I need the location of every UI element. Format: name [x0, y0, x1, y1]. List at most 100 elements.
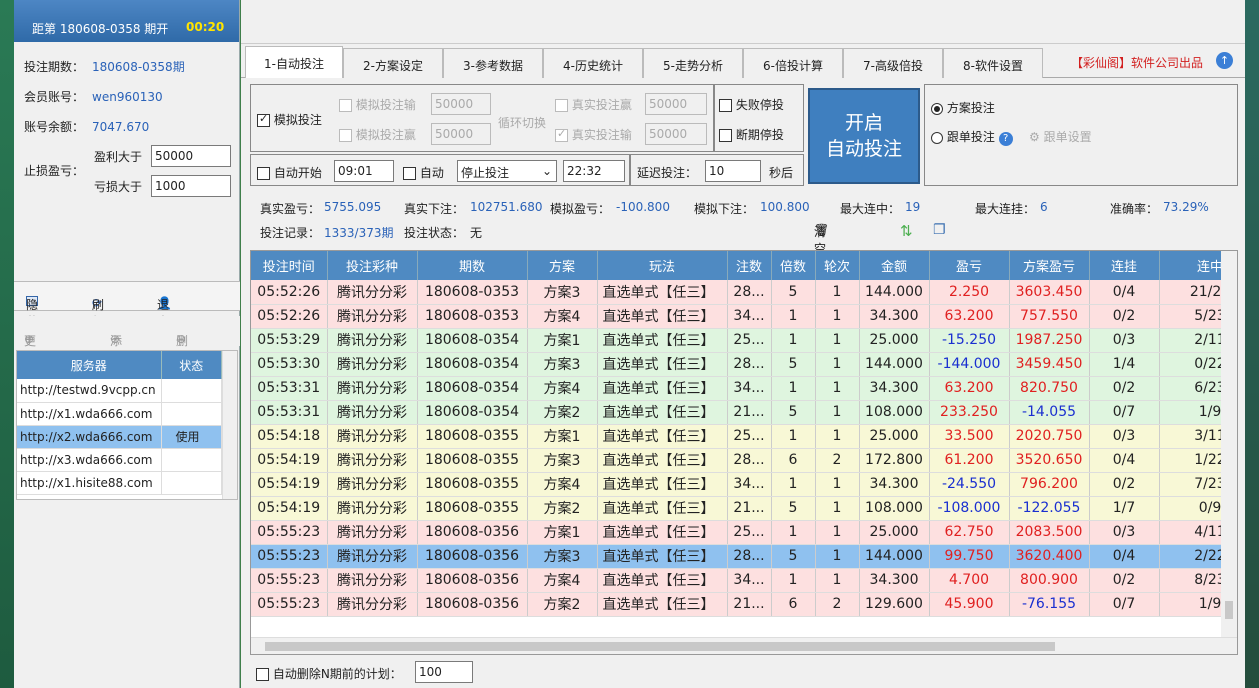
start-time-spinner[interactable]: 09:01 [334, 160, 394, 182]
server-row[interactable]: http://x2.wda666.com 使用 [17, 425, 222, 449]
column-header[interactable]: 连挂 [1089, 251, 1160, 280]
delay-spinner[interactable]: 10 [705, 160, 761, 182]
tab-multiplier-calc[interactable]: 6-倍投计算 [743, 48, 843, 78]
table-row[interactable]: 05:53:30 腾讯分分彩 180608-0354 方案3 直选单式【任三】 28...… [251, 352, 1237, 377]
tab-software-settings[interactable]: 8-软件设置 [943, 48, 1043, 78]
tab-reference-data[interactable]: 3-参考数据 [443, 48, 543, 78]
table-cell: 2 [815, 448, 860, 473]
table-cell: 腾讯分分彩 [327, 544, 418, 569]
sim-bet-checkbox[interactable]: 模拟投注 [257, 111, 322, 128]
table-cell: 05:52:26 [251, 280, 328, 305]
table-cell: 直选单式【任三】 [597, 448, 728, 473]
column-header[interactable]: 金额 [859, 251, 930, 280]
server-row[interactable]: http://x1.hisite88.com [17, 471, 222, 495]
start-auto-bet-button[interactable]: 开启 自动投注 [808, 88, 920, 184]
column-header[interactable]: 期数 [417, 251, 528, 280]
real-loss-checkbox[interactable]: 真实投注输 [555, 126, 632, 143]
real-win-label: 真实投注赢 [571, 98, 632, 112]
column-header[interactable]: 方案盈亏 [1009, 251, 1090, 280]
column-header[interactable]: 轮次 [815, 251, 860, 280]
table-cell: 方案1 [527, 520, 598, 545]
table-vertical-scrollbar[interactable] [1221, 251, 1237, 637]
table-row[interactable]: 05:55:23 腾讯分分彩 180608-0356 方案2 直选单式【任三】 21...… [251, 592, 1237, 617]
auto-delete-spinner[interactable]: 100 [415, 661, 473, 683]
table-row[interactable]: 05:55:23 腾讯分分彩 180608-0356 方案3 直选单式【任三】 28...… [251, 544, 1237, 569]
table-row[interactable]: 05:54:19 腾讯分分彩 180608-0355 方案2 直选单式【任三】 21...… [251, 496, 1237, 521]
column-header[interactable]: 倍数 [771, 251, 816, 280]
table-cell: 233.250 [929, 400, 1010, 425]
follow-bet-radio[interactable]: 跟单投注 ? [931, 128, 1013, 146]
sim-win-checkbox[interactable]: 模拟投注赢 [339, 126, 416, 143]
table-cell: 180608-0356 [417, 568, 528, 593]
tab-auto-bet[interactable]: 1-自动投注 [245, 46, 343, 78]
tab-trend-analysis[interactable]: 5-走势分析 [643, 48, 743, 78]
info-icon[interactable]: ↑ [1216, 52, 1233, 69]
follow-settings-button[interactable]: ⚙ 跟单设置 [1029, 128, 1092, 145]
plan-bet-radio[interactable]: 方案投注 [931, 99, 995, 116]
table-row[interactable]: 05:53:29 腾讯分分彩 180608-0354 方案1 直选单式【任三】 25...… [251, 328, 1237, 353]
sim-loss-input[interactable]: 50000 [431, 93, 491, 115]
sim-bet-label: 模拟投注 [273, 113, 322, 127]
table-cell: 05:53:31 [251, 400, 328, 425]
auto-delete-checkbox[interactable]: 自动删除N期前的计划： [256, 665, 402, 682]
scroll-thumb[interactable] [1225, 601, 1233, 619]
window-icon[interactable]: ❐ [933, 222, 946, 238]
end-time-spinner[interactable]: 22:32 [563, 160, 625, 182]
server-row[interactable]: http://x3.wda666.com [17, 448, 222, 472]
server-row[interactable]: http://x1.wda666.com [17, 402, 222, 426]
table-cell: 1 [771, 472, 816, 497]
server-list-scrollbar[interactable] [222, 351, 237, 499]
checkbox-icon [339, 129, 352, 142]
table-cell: 腾讯分分彩 [327, 352, 418, 377]
table-row[interactable]: 05:55:23 腾讯分分彩 180608-0356 方案1 直选单式【任三】 25...… [251, 520, 1237, 545]
column-header[interactable]: 投注时间 [251, 251, 328, 280]
table-row[interactable]: 05:53:31 腾讯分分彩 180608-0354 方案2 直选单式【任三】 21...… [251, 400, 1237, 425]
scroll-thumb[interactable] [265, 642, 1055, 651]
table-row[interactable]: 05:54:18 腾讯分分彩 180608-0355 方案1 直选单式【任三】 25...… [251, 424, 1237, 449]
server-column-header[interactable]: 服务器 [17, 351, 162, 379]
column-header[interactable]: 玩法 [597, 251, 728, 280]
sort-arrows-icon[interactable]: ⇅ [900, 222, 913, 240]
table-cell: 方案3 [527, 448, 598, 473]
countdown-header: 距第 180608-0358 期开 00:20 [14, 0, 239, 42]
sim-loss-checkbox[interactable]: 模拟投注输 [339, 96, 416, 113]
table-row[interactable]: 05:53:31 腾讯分分彩 180608-0354 方案4 直选单式【任三】 34...… [251, 376, 1237, 401]
auto-checkbox[interactable]: 自动 [403, 164, 444, 181]
help-icon[interactable]: ? [998, 132, 1013, 146]
main-panel: 1-自动投注 2-方案设定 3-参考数据 4-历史统计 5-走势分析 6-倍投计… [241, 0, 1245, 688]
seconds-label: 秒后 [769, 166, 794, 180]
column-header[interactable]: 投注彩种 [327, 251, 418, 280]
tab-advanced-multiplier[interactable]: 7-高级倍投 [843, 48, 943, 78]
table-horizontal-scrollbar[interactable] [251, 637, 1237, 654]
checkbox-icon [256, 668, 269, 681]
table-row[interactable]: 05:54:19 腾讯分分彩 180608-0355 方案4 直选单式【任三】 34...… [251, 472, 1237, 497]
break-stop-checkbox[interactable]: 断期停投 [719, 126, 784, 143]
fail-stop-checkbox[interactable]: 失败停投 [719, 96, 784, 113]
sim-win-input[interactable]: 50000 [431, 123, 491, 145]
column-header[interactable]: 注数 [727, 251, 772, 280]
status-column-header[interactable]: 状态 [161, 351, 222, 379]
auto-label: 自动 [419, 166, 444, 180]
column-header[interactable]: 方案 [527, 251, 598, 280]
table-cell: 0/3 [1089, 520, 1160, 545]
table-row[interactable]: 05:54:19 腾讯分分彩 180608-0355 方案3 直选单式【任三】 28...… [251, 448, 1237, 473]
real-loss-input[interactable]: 50000 [645, 123, 707, 145]
table-row[interactable]: 05:52:26 腾讯分分彩 180608-0353 方案3 直选单式【任三】 28...… [251, 280, 1237, 305]
tab-plan-settings[interactable]: 2-方案设定 [343, 48, 443, 78]
auto-start-checkbox[interactable]: 自动开始 [257, 164, 322, 181]
table-row[interactable]: 05:55:23 腾讯分分彩 180608-0356 方案4 直选单式【任三】 34...… [251, 568, 1237, 593]
server-row[interactable]: http://testwd.9vcpp.cn [17, 379, 222, 403]
real-win-input[interactable]: 50000 [645, 93, 707, 115]
real-win-checkbox[interactable]: 真实投注赢 [555, 96, 632, 113]
table-row[interactable]: 05:52:26 腾讯分分彩 180608-0353 方案4 直选单式【任三】 34...… [251, 304, 1237, 329]
table-cell: -108.000 [929, 496, 1010, 521]
loss-threshold-input[interactable]: 1000 [151, 175, 231, 197]
start-line2: 自动投注 [825, 138, 902, 160]
tab-history-stats[interactable]: 4-历史统计 [543, 48, 643, 78]
table-cell: 3603.450 [1009, 280, 1090, 305]
profit-threshold-input[interactable]: 50000 [151, 145, 231, 167]
table-cell: 1 [815, 496, 860, 521]
period-value: 180608-0358期 [92, 60, 185, 74]
column-header[interactable]: 盈亏 [929, 251, 1010, 280]
mode-select[interactable]: 停止投注 ⌄ [457, 160, 557, 182]
